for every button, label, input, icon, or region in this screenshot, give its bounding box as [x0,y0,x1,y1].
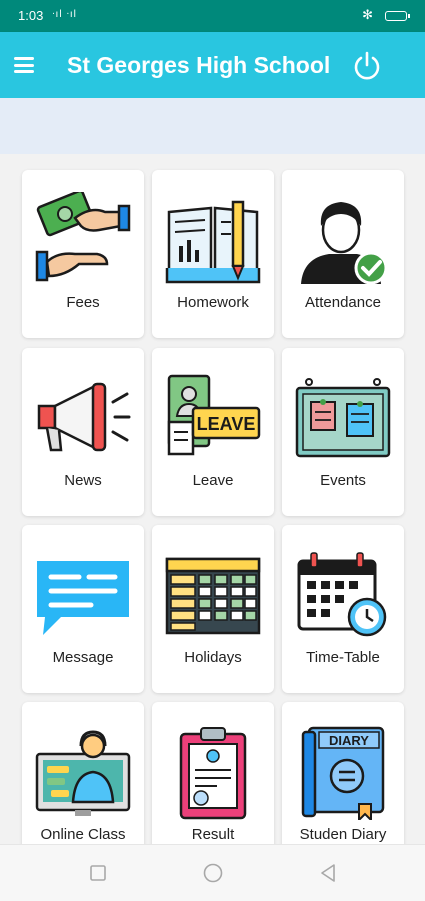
signal-icon: ᐧıl ᐧıl [52,9,77,20]
status-time: 1:03 [18,8,44,23]
tile-label: Homework [177,294,249,311]
tile-label: Attendance [305,294,381,311]
menu-icon[interactable] [14,57,34,73]
news-icon [37,382,131,452]
timetable-icon [297,552,387,637]
tile-news[interactable]: News [22,348,144,516]
events-icon [295,378,391,458]
tile-attendance[interactable]: Attendance [282,170,404,338]
bluetooth-icon: ✻ [362,7,373,22]
attendance-icon [301,202,388,285]
back-icon[interactable] [318,863,338,883]
leave-badge-text: LEAVE [197,414,256,434]
tile-fees[interactable]: Fees [22,170,144,338]
leave-icon: LEAVE [167,374,261,456]
tile-homework[interactable]: Homework [152,170,274,338]
tile-online-class[interactable]: Online Class [22,702,144,844]
homework-icon [165,200,261,284]
tile-label: Studen Diary [299,826,387,843]
tile-timetable[interactable]: Time-Table [282,525,404,693]
system-nav-bar [0,844,425,901]
tile-label: Message [52,649,114,666]
diary-badge-text: DIARY [329,733,369,748]
online-class-icon [35,730,131,816]
tile-message[interactable]: Message [22,525,144,693]
tile-leave[interactable]: LEAVE Leave [152,348,274,516]
tile-label: Online Class [40,826,126,843]
tile-label: Holidays [184,649,242,666]
result-icon [179,727,247,820]
tile-result[interactable]: Result [152,702,274,844]
tile-holidays[interactable]: Holidays [152,525,274,693]
tile-student-diary[interactable]: DIARY Studen Diary [282,702,404,844]
home-icon[interactable] [203,863,223,883]
holidays-icon [165,557,261,635]
diary-icon: DIARY [301,726,385,820]
page-title: St Georges High School [67,52,331,78]
message-icon [37,561,129,635]
recents-icon[interactable] [88,863,108,883]
app-bar: St Georges High School [0,32,425,98]
tile-events[interactable]: Events [282,348,404,516]
fees-icon [35,192,131,282]
tile-label: Fees [66,294,100,311]
status-bar: 1:03 ᐧıl ᐧıl ✻ [0,0,425,32]
tile-label: News [64,472,102,489]
tile-label: Time-Table [306,649,380,666]
tile-label: Result [191,826,235,843]
battery-icon [385,11,410,21]
power-icon[interactable] [351,50,383,82]
banner-area [0,98,425,154]
tile-label: Events [320,472,366,489]
tile-label: Leave [192,472,234,489]
menu-grid: Fees Homework Attendance News LEAVE Leav… [0,154,425,844]
